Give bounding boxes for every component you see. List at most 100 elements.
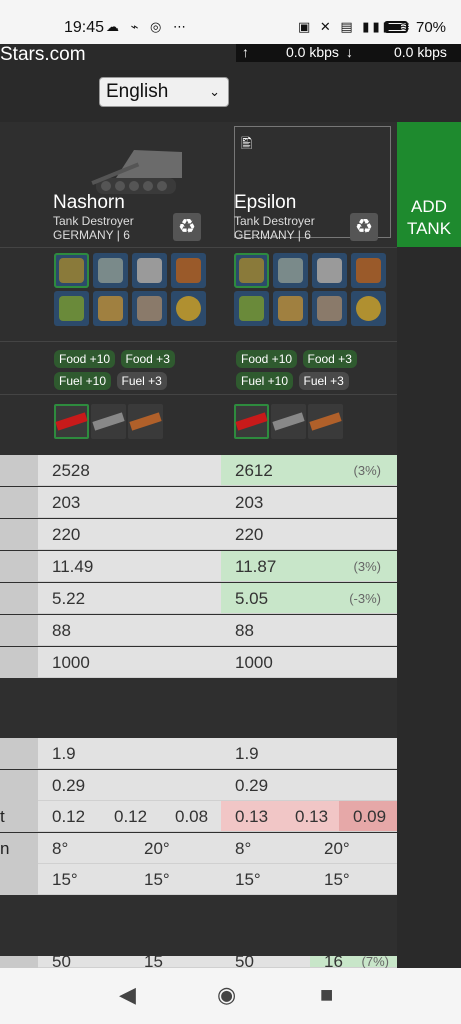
row-label <box>0 615 38 646</box>
upload-speed: 0.0 kbps <box>286 44 339 60</box>
equipment-spring-icon[interactable] <box>312 291 347 326</box>
tank-class: Tank Destroyer <box>234 214 315 228</box>
stat-value: 0.12 <box>100 801 161 832</box>
equipment-device-icon[interactable] <box>312 253 347 288</box>
row-label <box>0 647 38 678</box>
stat-value: 0.13 <box>281 801 339 832</box>
equipment-spring-icon[interactable] <box>132 291 167 326</box>
equipment-brush-icon[interactable] <box>54 291 89 326</box>
badge-fuel-3[interactable]: Fuel +3 <box>298 372 349 390</box>
ammo-apcr-icon[interactable] <box>271 404 306 439</box>
badge-fuel-3[interactable]: Fuel +3 <box>116 372 167 390</box>
download-arrow-icon: ↓ <box>346 44 353 60</box>
badge-food-10[interactable]: Food +10 <box>236 350 298 368</box>
ammo-ap-icon[interactable] <box>54 404 89 439</box>
ammo-he-icon[interactable] <box>308 404 343 439</box>
status-bar: 19:45 ☁ ⌁ ◎ ⋯ ▣ ✕ ▤ ▮▮▮ ≋ 70% <box>0 0 461 44</box>
row-label: n <box>0 833 38 864</box>
stat-value: 0.09 <box>339 801 397 832</box>
equipment-stabilizer-icon[interactable] <box>273 291 308 326</box>
consumable-badges: Food +10 Food +3 Fuel +10 Fuel +3 <box>54 350 204 394</box>
back-icon[interactable]: ◀ <box>119 982 136 1008</box>
row-label <box>0 551 38 582</box>
row-label <box>0 738 38 769</box>
stat-value: 220 <box>38 519 221 550</box>
top-header: Stars.com ↑ 0.0 kbps ↓ 0.0 kbps English … <box>0 44 461 122</box>
recycle-icon[interactable]: ♻ <box>173 213 201 241</box>
stat-value: 0.08 <box>161 801 221 832</box>
site-title[interactable]: Stars.com <box>0 44 86 66</box>
equipment-grid <box>234 253 386 326</box>
stat-row: 2528 2612 (3%) <box>0 455 397 486</box>
stat-value: 15° <box>130 864 221 895</box>
row-label <box>0 519 38 550</box>
equipment-rammer-icon[interactable] <box>54 253 89 288</box>
stat-value: 15° <box>38 864 130 895</box>
add-tank-label-2: TANK <box>406 219 452 238</box>
equipment-stabilizer-icon[interactable] <box>93 291 128 326</box>
divider <box>0 341 397 342</box>
badge-food-10[interactable]: Food +10 <box>54 350 116 368</box>
stat-row-angles: n 8° 20° 8° 20° <box>0 833 397 864</box>
stat-value: 16 (7%) <box>310 956 397 968</box>
stat-value: 20° <box>310 833 397 864</box>
recycle-icon[interactable]: ♻ <box>350 213 378 241</box>
stat-value: 203 <box>38 487 221 518</box>
stat-value: 15° <box>221 864 310 895</box>
add-tank-label-1: ADD <box>411 197 447 216</box>
stat-value-text: 88 <box>235 621 254 640</box>
equipment-grid <box>54 253 206 326</box>
stat-value: 50 <box>221 956 310 968</box>
badge-food-3[interactable]: Food +3 <box>302 350 357 368</box>
equipment-tools-icon[interactable] <box>351 253 386 288</box>
row-label <box>0 455 38 486</box>
notification-icons: ☁ ⌁ ◎ ⋯ <box>106 19 191 34</box>
equipment-shells-icon[interactable] <box>93 253 128 288</box>
badge-fuel-10[interactable]: Fuel +10 <box>236 372 294 390</box>
stat-value-text: 203 <box>235 493 264 512</box>
equipment-device-icon[interactable] <box>132 253 167 288</box>
stat-value: 1000 <box>38 647 221 678</box>
stat-value: 11.49 <box>38 551 221 582</box>
stat-value: 50 <box>38 956 130 968</box>
stat-value-text: 220 <box>235 525 264 544</box>
section-gap <box>0 896 397 956</box>
tank-nation-tier: GERMANY | 6 <box>53 228 130 242</box>
equipment-optics-icon[interactable] <box>351 291 386 326</box>
stat-row: 11.49 11.87 (3%) <box>0 551 397 582</box>
tank-name: Nashorn <box>53 192 125 213</box>
stat-value: 203 <box>221 487 397 518</box>
stat-value: 0.13 <box>221 801 281 832</box>
image-icon: 🖺 <box>241 135 253 151</box>
equipment-tools-icon[interactable] <box>171 253 206 288</box>
stat-value: 220 <box>221 519 397 550</box>
stat-value: 0.29 <box>221 770 397 801</box>
tank-image <box>91 150 182 194</box>
ammo-ap-icon[interactable] <box>234 404 269 439</box>
equipment-shells-icon[interactable] <box>273 253 308 288</box>
ammo-he-icon[interactable] <box>128 404 163 439</box>
home-icon[interactable]: ◉ <box>217 982 236 1008</box>
stat-value: 8° <box>38 833 130 864</box>
stat-value: 15 <box>130 956 221 968</box>
equipment-optics-icon[interactable] <box>171 291 206 326</box>
equipment-rammer-icon[interactable] <box>234 253 269 288</box>
stat-value-text: 5.05 <box>235 589 269 608</box>
stat-row: 1.9 1.9 <box>0 738 397 769</box>
upload-arrow-icon: ↑ <box>242 44 249 60</box>
recents-icon[interactable]: ■ <box>320 982 333 1008</box>
equipment-brush-icon[interactable] <box>234 291 269 326</box>
network-speed-overlay: ↑ 0.0 kbps ↓ 0.0 kbps <box>236 44 461 62</box>
stat-value: 5.22 <box>38 583 221 614</box>
badge-food-3[interactable]: Food +3 <box>120 350 175 368</box>
stat-value: 2612 (3%) <box>221 455 397 486</box>
stat-row-angles: 15° 15° 15° 15° <box>0 864 397 895</box>
language-select[interactable]: English ⌄ <box>99 77 229 107</box>
add-tank-button[interactable]: ADD TANK <box>397 122 461 247</box>
ammo-apcr-icon[interactable] <box>91 404 126 439</box>
badge-fuel-10[interactable]: Fuel +10 <box>54 372 112 390</box>
ammo-selector <box>54 404 163 439</box>
stat-value-text: 16 <box>324 956 343 968</box>
stat-row: 0.29 0.29 <box>0 770 397 801</box>
stat-row: 88 88 <box>0 615 397 646</box>
